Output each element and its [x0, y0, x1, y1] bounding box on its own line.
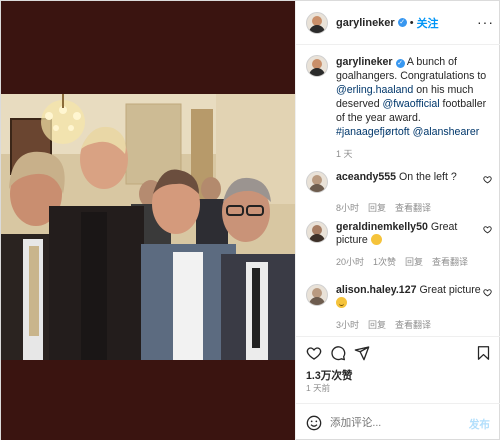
comment-text: Great picture: [419, 284, 481, 296]
comment-meta: 3小时 回复 查看翻译: [336, 318, 496, 331]
comment-username[interactable]: alison.haley.127: [336, 284, 416, 296]
reply-button[interactable]: 回复: [405, 255, 423, 268]
post-photo[interactable]: [1, 94, 295, 360]
comment-item: aceandy555 On the left ? 8小时 回复 查看翻译: [306, 171, 496, 214]
share-direct-icon[interactable]: [354, 345, 370, 361]
translate-button[interactable]: 查看翻译: [432, 255, 468, 268]
add-comment-bar: 发布: [296, 403, 500, 440]
comment-time: 3小时: [336, 320, 360, 330]
comment-username[interactable]: geraldinemkelly50: [336, 221, 428, 233]
caption-username[interactable]: garylineker: [336, 56, 393, 68]
avatar[interactable]: [306, 171, 328, 193]
comment-body: geraldinemkelly50 Great picture: [336, 221, 486, 247]
comment-meta: 8小时 回复 查看翻译: [336, 201, 496, 214]
reply-button[interactable]: 回复: [368, 201, 386, 214]
reply-button[interactable]: 回复: [368, 318, 386, 331]
post-header: garylineker ✓ • 关注 ···: [296, 1, 500, 45]
like-count[interactable]: 1.3万次赞: [306, 368, 353, 383]
emoji-icon[interactable]: [306, 415, 322, 431]
heart-outline-icon[interactable]: [483, 225, 492, 234]
verified-icon: ✓: [397, 18, 407, 27]
like-heart-icon[interactable]: [306, 345, 322, 361]
comment-text: On the left ?: [399, 171, 457, 183]
separator-dot: •: [409, 16, 414, 29]
heart-outline-icon[interactable]: [483, 288, 492, 297]
translate-button[interactable]: 查看翻译: [395, 201, 431, 214]
comment-time: 20小时: [336, 257, 365, 267]
comment-time: 8小时: [336, 203, 360, 213]
comment-likes[interactable]: 1次赞: [373, 255, 396, 268]
avatar[interactable]: [306, 284, 328, 306]
avatar[interactable]: [306, 11, 328, 34]
comment-item: alison.haley.127 Great picture 3小时 回复 查看…: [306, 284, 496, 331]
follow-button[interactable]: 关注: [417, 15, 439, 31]
caption-timestamp: 1 天: [336, 149, 353, 159]
mention-link[interactable]: @erling.haaland: [336, 84, 413, 96]
comment-body: alison.haley.127 Great picture: [336, 284, 486, 310]
comment-username[interactable]: aceandy555: [336, 171, 396, 183]
instagram-post-window: garylineker ✓ • 关注 ··· garylineker ✓ A bu…: [0, 0, 500, 440]
mention-link[interactable]: @fwaofficial: [383, 98, 440, 110]
post-timestamp: 1 天前: [306, 383, 331, 393]
post-comment-button[interactable]: 发布: [469, 417, 490, 432]
comment-meta: 20小时 1次赞 回复 查看翻译: [336, 255, 496, 268]
post-side-panel: garylineker ✓ • 关注 ··· garylineker ✓ A bu…: [295, 1, 500, 440]
comment-bubble-icon[interactable]: [330, 345, 346, 361]
comment-body: aceandy555 On the left ?: [336, 171, 486, 184]
smile-emoji-icon: [336, 297, 347, 308]
avatar[interactable]: [306, 221, 328, 243]
more-horizontal-icon[interactable]: ···: [477, 14, 494, 30]
post-caption: garylineker ✓ A bunch of goalhangers. Con…: [306, 55, 496, 160]
comment-input[interactable]: [330, 416, 450, 429]
header-username[interactable]: garylineker: [336, 17, 395, 29]
comment-item: geraldinemkelly50 Great picture 20小时 1次赞…: [306, 221, 496, 268]
mention-link[interactable]: @alanshearer: [413, 126, 480, 138]
avatar[interactable]: [306, 55, 328, 77]
heart-outline-icon[interactable]: [483, 175, 492, 184]
translate-button[interactable]: 查看翻译: [395, 318, 431, 331]
bookmark-icon[interactable]: [476, 345, 491, 361]
post-media-area: [1, 1, 295, 440]
hashtag-link[interactable]: #janaagefjørtoft: [336, 126, 410, 138]
verified-icon: ✓: [395, 59, 405, 68]
caption-text: garylineker ✓ A bunch of goalhangers. Con…: [336, 55, 494, 139]
clap-emoji-icon: [370, 234, 382, 245]
post-actions-bar: [296, 336, 500, 364]
